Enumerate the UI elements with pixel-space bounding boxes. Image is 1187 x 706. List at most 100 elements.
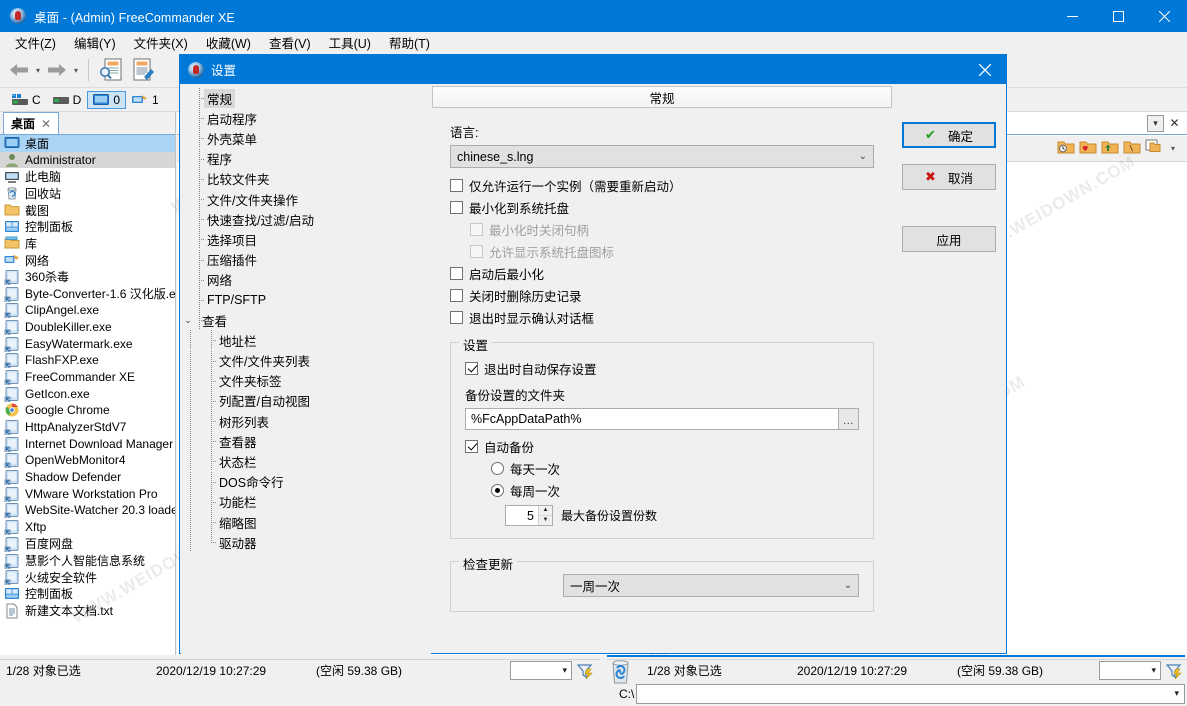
- folder-history-icon[interactable]: [1057, 139, 1075, 158]
- spinner-down-icon[interactable]: ▼: [539, 515, 552, 525]
- tree-item-0[interactable]: 常规: [181, 88, 431, 109]
- close-icon[interactable]: ✕: [41, 117, 51, 131]
- list-item[interactable]: 百度网盘: [0, 536, 175, 553]
- option-checkbox-0[interactable]: [450, 178, 463, 192]
- tree-item-21[interactable]: 缩略图: [181, 512, 431, 533]
- filter-icon[interactable]: [1165, 662, 1183, 680]
- chevron-down-icon[interactable]: ⌄: [181, 310, 195, 330]
- list-item[interactable]: 库: [0, 235, 175, 252]
- list-item[interactable]: DoubleKiller.exe: [0, 319, 175, 336]
- tree-item-8[interactable]: 压缩插件: [181, 249, 431, 270]
- list-item[interactable]: 火绒安全软件: [0, 569, 175, 586]
- list-item[interactable]: 控制面板: [0, 218, 175, 235]
- list-item[interactable]: EasyWatermark.exe: [0, 335, 175, 352]
- backup-daily-row[interactable]: 每天一次: [465, 457, 859, 479]
- folder-favorites-icon[interactable]: [1079, 139, 1097, 158]
- option-checkbox-6[interactable]: [450, 310, 463, 324]
- list-item[interactable]: 慧影个人智能信息系统: [0, 552, 175, 569]
- file-list[interactable]: 桌面 Administrator 此电脑 回收站 截图 控制面板库网络 360杀毒 Byte-…: [0, 135, 175, 619]
- list-item[interactable]: WebSite-Watcher 20.3 loade: [0, 502, 175, 519]
- option-checkbox-4[interactable]: [450, 266, 463, 280]
- menu-view[interactable]: 查看(V): [260, 31, 320, 54]
- tree-item-11[interactable]: ⌄ 查看: [181, 310, 431, 331]
- list-item[interactable]: 回收站: [0, 185, 175, 202]
- cancel-button[interactable]: ✖ 取消: [902, 164, 996, 190]
- tree-item-18[interactable]: 状态栏: [181, 451, 431, 472]
- right-tab-dropdown-button[interactable]: ▾: [1147, 114, 1164, 132]
- tree-item-13[interactable]: 文件/文件夹列表: [181, 350, 431, 371]
- drive-button-0[interactable]: 0: [87, 90, 127, 109]
- apply-button[interactable]: 应用: [902, 226, 996, 252]
- menu-favorites[interactable]: 收藏(W): [197, 31, 260, 54]
- option-checkbox-5[interactable]: [450, 288, 463, 302]
- tree-item-5[interactable]: 文件/文件夹操作: [181, 189, 431, 210]
- option-row-4[interactable]: 启动后最小化: [450, 262, 874, 284]
- tree-item-10[interactable]: FTP/SFTP: [181, 289, 431, 310]
- list-item[interactable]: 控制面板: [0, 586, 175, 603]
- forward-arrow-icon[interactable]: [44, 58, 70, 82]
- option-row-0[interactable]: 仅允许运行一个实例（需要重新启动）: [450, 174, 874, 196]
- status-left-filter-select[interactable]: ▾: [510, 661, 572, 680]
- window-maximize-button[interactable]: [1095, 0, 1141, 32]
- settings-category-tree[interactable]: 常规 启动程序 外壳菜单 程序 比较文件夹 文件/文件夹操作 快速查找/过滤/启动 选择项目压…: [181, 84, 431, 655]
- drive-button-d[interactable]: D: [47, 91, 88, 109]
- backup-folder-input[interactable]: %FcAppDataPath%: [465, 408, 839, 430]
- tree-item-22[interactable]: 驱动器: [181, 532, 431, 553]
- copy-folders-icon[interactable]: [1145, 139, 1163, 158]
- list-item[interactable]: FreeCommander XE: [0, 369, 175, 386]
- menu-tools[interactable]: 工具(U): [320, 31, 380, 54]
- list-item[interactable]: 360杀毒: [0, 269, 175, 286]
- path-input[interactable]: ▾: [636, 683, 1185, 704]
- tree-item-14[interactable]: 文件夹标签: [181, 370, 431, 391]
- list-item[interactable]: ClipAngel.exe: [0, 302, 175, 319]
- option-row-1[interactable]: 最小化到系统托盘: [450, 196, 874, 218]
- caret-down-icon[interactable]: ▾: [1167, 137, 1179, 161]
- tree-item-3[interactable]: 程序: [181, 148, 431, 169]
- folder-up-icon[interactable]: [1101, 139, 1119, 158]
- search-document-icon[interactable]: [98, 57, 124, 83]
- backup-weekly-row[interactable]: 每周一次: [465, 479, 859, 501]
- backup-daily-radio[interactable]: [491, 461, 504, 475]
- tree-item-6[interactable]: 快速查找/过滤/启动: [181, 209, 431, 230]
- ok-button[interactable]: ✔ 确定: [902, 122, 996, 148]
- tree-item-20[interactable]: 功能栏: [181, 491, 431, 512]
- settings-dialog-close-button[interactable]: [964, 55, 1006, 84]
- tree-item-2[interactable]: 外壳菜单: [181, 128, 431, 149]
- tree-item-17[interactable]: 查看器: [181, 431, 431, 452]
- status-right-filter-select[interactable]: ▾: [1099, 661, 1161, 680]
- list-item[interactable]: Shadow Defender: [0, 469, 175, 486]
- option-checkbox-1[interactable]: [450, 200, 463, 214]
- right-tab-close-button[interactable]: ✕: [1166, 115, 1183, 132]
- back-arrow-icon[interactable]: [6, 58, 32, 82]
- list-item[interactable]: 此电脑: [0, 168, 175, 185]
- list-item[interactable]: 新建文本文档.txt: [0, 602, 175, 619]
- autosave-on-exit-row[interactable]: 退出时自动保存设置: [465, 357, 859, 379]
- folder-tab-desktop[interactable]: 桌面 ✕: [3, 112, 60, 134]
- list-item[interactable]: FlashFXP.exe: [0, 352, 175, 369]
- auto-backup-checkbox[interactable]: [465, 439, 478, 453]
- list-item[interactable]: Xftp: [0, 519, 175, 536]
- browse-folder-button[interactable]: ...: [839, 408, 859, 430]
- drive-button-1[interactable]: 1: [126, 91, 165, 109]
- menu-edit[interactable]: 编辑(Y): [65, 31, 125, 54]
- tree-item-7[interactable]: 选择项目: [181, 229, 431, 250]
- max-backups-stepper[interactable]: 5 ▲ ▼: [505, 505, 553, 526]
- forward-dropdown-icon[interactable]: ▾: [70, 58, 82, 82]
- list-item[interactable]: Administrator: [0, 151, 175, 169]
- menu-folder[interactable]: 文件夹(X): [125, 31, 197, 54]
- list-item[interactable]: 网络: [0, 252, 175, 269]
- spinner-up-icon[interactable]: ▲: [539, 506, 552, 516]
- option-row-5[interactable]: 关闭时删除历史记录: [450, 284, 874, 306]
- autosave-on-exit-checkbox[interactable]: [465, 361, 478, 375]
- filter-icon[interactable]: [576, 662, 594, 680]
- list-item[interactable]: OpenWebMonitor4: [0, 452, 175, 469]
- back-dropdown-icon[interactable]: ▾: [32, 58, 44, 82]
- tree-item-19[interactable]: DOS命令行: [181, 471, 431, 492]
- list-item[interactable]: 桌面: [0, 135, 175, 152]
- list-item[interactable]: 截图: [0, 202, 175, 219]
- folder-root-icon[interactable]: \: [1123, 139, 1141, 158]
- list-item[interactable]: Byte-Converter-1.6 汉化版.ex: [0, 285, 175, 302]
- tree-item-4[interactable]: 比较文件夹: [181, 168, 431, 189]
- edit-document-icon[interactable]: [130, 57, 156, 83]
- tree-item-15[interactable]: 列配置/自动视图: [181, 390, 431, 411]
